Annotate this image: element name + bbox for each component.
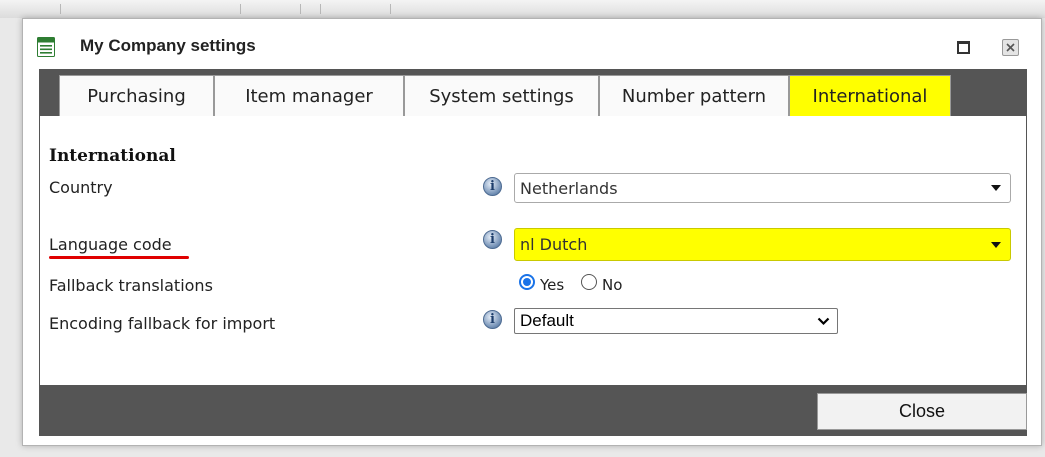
background-divider: [390, 4, 391, 14]
tab-label: Item manager: [245, 85, 373, 107]
tab-international[interactable]: International: [789, 75, 951, 116]
dialog-titlebar[interactable]: My Company settings: [23, 19, 1041, 69]
info-icon[interactable]: i: [483, 230, 502, 249]
country-select[interactable]: Netherlands: [514, 173, 1011, 203]
settings-panel: International Country i Netherlands Lang…: [39, 116, 1027, 385]
tab-number-pattern[interactable]: Number pattern: [599, 75, 789, 116]
encoding-fallback-value: Default: [520, 311, 574, 330]
chevron-down-icon: [991, 242, 1001, 248]
tab-label: Purchasing: [87, 85, 186, 107]
fallback-no-radio[interactable]: [581, 274, 597, 290]
fallback-yes-label: Yes: [540, 276, 565, 294]
language-code-label: Language code: [49, 235, 172, 254]
country-label: Country: [49, 178, 113, 197]
info-icon[interactable]: i: [483, 310, 502, 329]
section-title: International: [49, 146, 176, 166]
fallback-yes-radio[interactable]: [519, 274, 535, 290]
chevron-down-icon: [817, 317, 830, 326]
encoding-fallback-label: Encoding fallback for import: [49, 314, 276, 333]
tab-label: Number pattern: [621, 85, 767, 107]
language-code-select[interactable]: nl Dutch: [514, 228, 1011, 261]
fallback-translations-label: Fallback translations: [49, 276, 213, 295]
country-value: Netherlands: [520, 178, 618, 198]
info-icon[interactable]: i: [483, 177, 502, 196]
background-divider: [320, 4, 321, 14]
settings-dialog: My Company settings Purchasing Item mana…: [22, 18, 1042, 446]
settings-sheet-icon: [37, 37, 55, 57]
annotation-underline: [49, 256, 189, 259]
chevron-down-icon: [991, 185, 1001, 191]
background-toolbar-strip: [0, 0, 1045, 18]
background-divider: [240, 4, 241, 14]
fallback-no-label: No: [602, 276, 623, 294]
tab-bar: Purchasing Item manager System settings …: [39, 69, 1027, 116]
tab-system-settings[interactable]: System settings: [404, 75, 599, 116]
background-divider: [60, 4, 61, 14]
close-button[interactable]: Close: [817, 393, 1027, 430]
background-divider: [300, 4, 301, 14]
close-icon[interactable]: [1002, 39, 1019, 56]
tab-item-manager[interactable]: Item manager: [214, 75, 404, 116]
dialog-title: My Company settings: [80, 36, 256, 55]
tab-label: International: [812, 85, 928, 107]
tab-label: System settings: [429, 85, 574, 107]
maximize-icon[interactable]: [957, 41, 970, 54]
language-code-value: nl Dutch: [520, 235, 588, 254]
encoding-fallback-select[interactable]: Default: [514, 308, 838, 334]
dialog-footer: Close: [39, 385, 1027, 436]
tab-purchasing[interactable]: Purchasing: [59, 75, 214, 116]
